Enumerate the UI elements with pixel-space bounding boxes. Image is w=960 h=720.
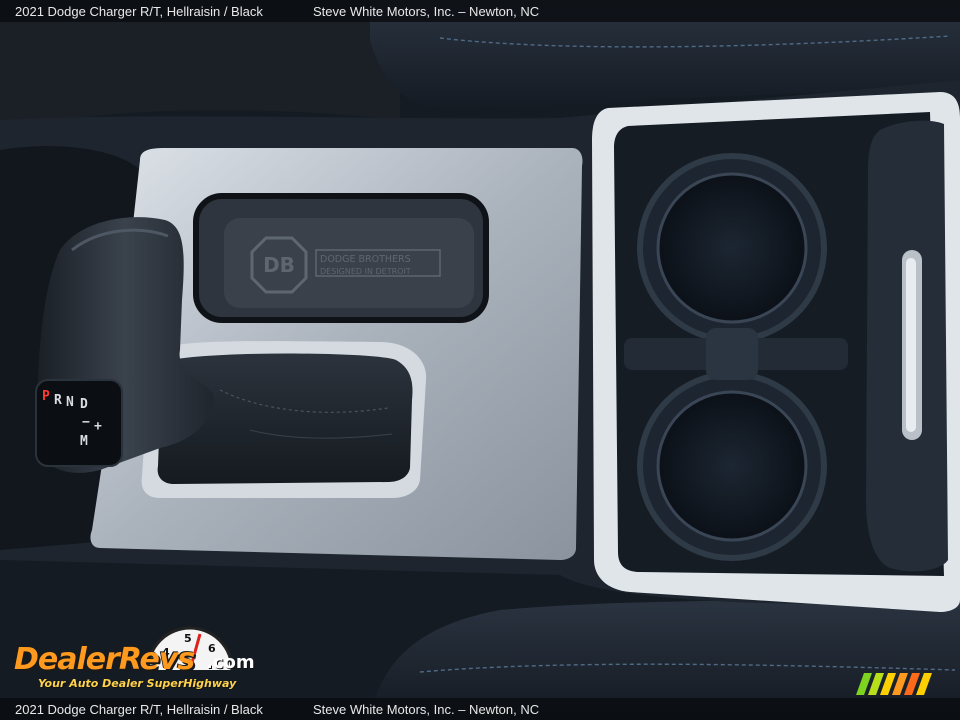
gear-d: D (80, 397, 88, 412)
tray-brand-line1: DODGE BROTHERS (320, 254, 411, 265)
caption-dealer-bottom: Steve White Motors, Inc. – Newton, NC (313, 701, 540, 717)
gear-m: M (80, 434, 88, 449)
watermark-brand: DealerRevs (14, 642, 195, 677)
gear-n: N (66, 395, 74, 410)
tray-brand-line2: DESIGNED IN DETROIT (320, 267, 411, 276)
center-console-photo: DB DODGE BROTHERS DESIGNED IN DETROIT P … (0, 0, 960, 720)
caption-vehicle-top: 2021 Dodge Charger R/T, Hellraisin / Bla… (15, 3, 263, 19)
gear-minus: − (82, 415, 90, 430)
gear-plus: + (94, 419, 102, 434)
watermark-tld: .com (206, 652, 255, 673)
dealerrevs-watermark: 4 5 6 DealerRevs .com Your Auto Dealer S… (10, 622, 270, 696)
photo-stage: DB DODGE BROTHERS DESIGNED IN DETROIT P … (0, 0, 960, 720)
gear-r: R (54, 393, 62, 408)
db-logo-text: DB (263, 253, 295, 277)
watermark-tagline: Your Auto Dealer SuperHighway (38, 677, 237, 690)
gear-p: P (42, 389, 50, 404)
caption-vehicle-bottom: 2021 Dodge Charger R/T, Hellraisin / Bla… (15, 701, 263, 717)
caption-bar-bottom: 2021 Dodge Charger R/T, Hellraisin / Bla… (0, 698, 960, 720)
caption-bar-top: 2021 Dodge Charger R/T, Hellraisin / Bla… (0, 0, 960, 22)
caption-dealer-top: Steve White Motors, Inc. – Newton, NC (313, 3, 540, 19)
stripes-logo-icon (856, 673, 932, 695)
